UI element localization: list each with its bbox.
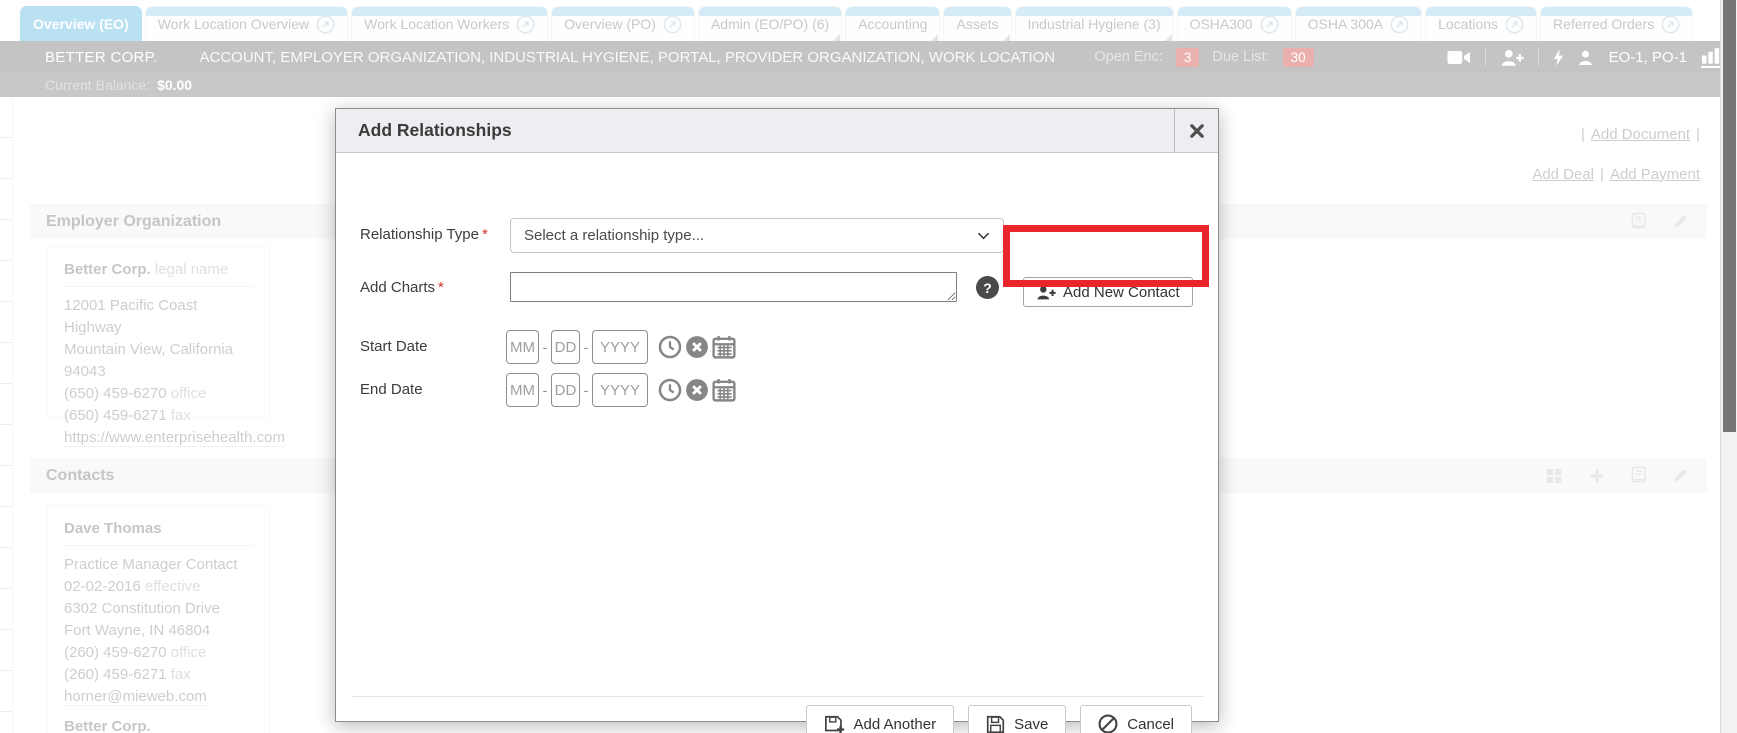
- start-date-icons: [658, 335, 736, 359]
- modal-header: Add Relationships: [336, 109, 1218, 153]
- add-charts-input[interactable]: [510, 272, 957, 302]
- required-asterisk: *: [482, 226, 488, 243]
- start-year-input[interactable]: [592, 330, 648, 364]
- cancel-icon: [1098, 714, 1118, 733]
- end-date-inputs: - -: [506, 373, 736, 407]
- add-person-icon: [1036, 285, 1056, 300]
- date-dash: -: [580, 339, 592, 355]
- modal-body: Relationship Type* Select a relationship…: [336, 153, 1218, 722]
- modal-footer-buttons: Add Another Save Cancel: [806, 705, 1192, 733]
- end-date-icons: [658, 378, 736, 402]
- modal-footer-divider: [352, 696, 1204, 697]
- save-icon: [986, 715, 1005, 733]
- relationship-type-select[interactable]: Select a relationship type...: [510, 218, 1004, 253]
- clock-icon[interactable]: [658, 335, 682, 359]
- required-asterisk: *: [438, 279, 444, 296]
- add-relationships-modal: Add Relationships Relationship Type* Sel…: [335, 108, 1219, 722]
- calendar-icon[interactable]: [712, 335, 736, 359]
- close-icon: [1190, 124, 1204, 138]
- label-text: Add Charts: [360, 279, 435, 296]
- add-another-button[interactable]: Add Another: [806, 705, 955, 733]
- help-icon[interactable]: ?: [976, 276, 999, 299]
- button-label: Cancel: [1127, 716, 1174, 733]
- close-button[interactable]: [1174, 109, 1218, 153]
- button-label: Add New Contact: [1063, 284, 1180, 301]
- button-label: Save: [1014, 716, 1048, 733]
- vertical-scrollbar[interactable]: [1720, 0, 1737, 733]
- relationship-type-label: Relationship Type*: [360, 226, 488, 243]
- start-month-input[interactable]: [506, 330, 539, 364]
- select-value: Select a relationship type...: [524, 227, 704, 244]
- start-date-inputs: - -: [506, 330, 736, 364]
- add-charts-label: Add Charts*: [360, 279, 444, 296]
- end-year-input[interactable]: [592, 373, 648, 407]
- date-dash: -: [539, 382, 551, 398]
- end-date-label: End Date: [360, 381, 423, 398]
- clear-date-icon[interactable]: [685, 335, 709, 359]
- clear-date-icon[interactable]: [685, 378, 709, 402]
- save-button[interactable]: Save: [968, 705, 1066, 733]
- start-day-input[interactable]: [551, 330, 580, 364]
- save-plus-icon: [824, 715, 845, 733]
- calendar-icon[interactable]: [712, 378, 736, 402]
- end-day-input[interactable]: [551, 373, 580, 407]
- cancel-button[interactable]: Cancel: [1080, 705, 1192, 733]
- app-root: Overview (EO) Work Location Overview Wor…: [0, 0, 1737, 733]
- date-dash: -: [580, 382, 592, 398]
- chevron-down-icon: [977, 232, 990, 240]
- label-text: Relationship Type: [360, 226, 479, 243]
- modal-title: Add Relationships: [336, 120, 512, 141]
- date-dash: -: [539, 339, 551, 355]
- start-date-label: Start Date: [360, 338, 428, 355]
- scrollbar-thumb[interactable]: [1723, 0, 1736, 432]
- clock-icon[interactable]: [658, 378, 682, 402]
- add-new-contact-button[interactable]: Add New Contact: [1023, 277, 1193, 307]
- button-label: Add Another: [854, 716, 937, 733]
- end-month-input[interactable]: [506, 373, 539, 407]
